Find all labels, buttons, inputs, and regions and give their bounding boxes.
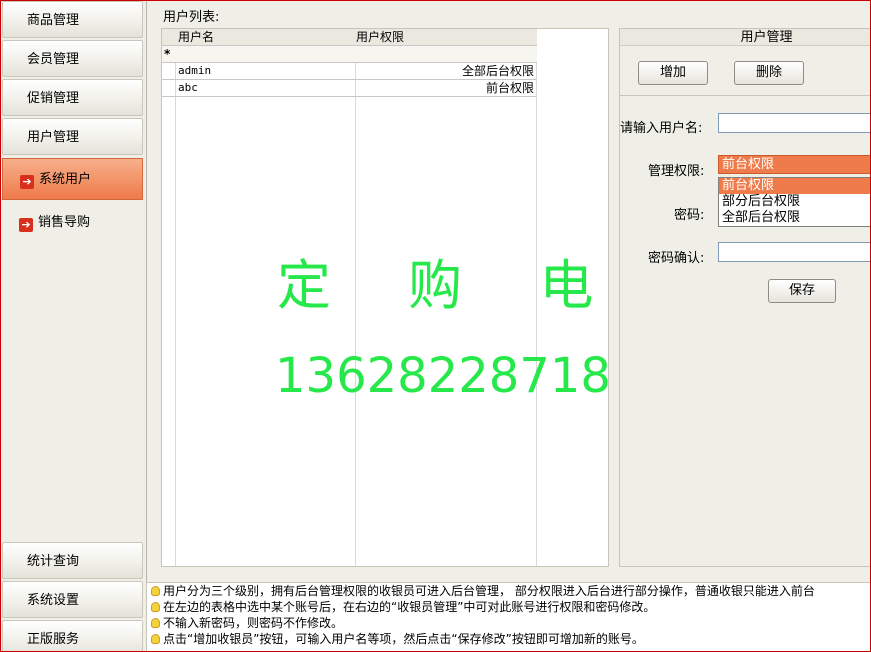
arrow-right-icon: ➔ xyxy=(20,175,34,189)
grid-column-divider xyxy=(175,29,176,566)
user-list-title: 用户列表: xyxy=(163,10,220,25)
arrow-right-icon: ➔ xyxy=(19,218,33,232)
permission-select[interactable]: 前台权限 xyxy=(718,155,870,174)
confirm-password-label: 密码确认: xyxy=(648,251,705,266)
grid-new-row[interactable]: * xyxy=(162,46,537,63)
sidebar: 商品管理 会员管理 促销管理 用户管理 ➔ 系统用户 ➔ 销售导购 统计查询 系统设… xyxy=(1,1,147,651)
column-header-username[interactable]: 用户名 xyxy=(178,29,354,45)
tip-line: 在左边的表格中选中某个账号后，在右边的“收银员管理”中可对此账号进行权限和密码修… xyxy=(147,599,870,615)
username-label: 请输入用户名: xyxy=(620,121,703,136)
lightbulb-icon xyxy=(151,618,160,628)
tip-line: 点击“增加收银员”按钮，可输入用户名等项，然后点击“保存修改”按钮即可增加新的账… xyxy=(147,631,870,647)
nav-sales-guide[interactable]: ➔ 销售导购 xyxy=(2,202,143,244)
nav-goods-management[interactable]: 商品管理 xyxy=(2,1,143,38)
order-phone-number: 13628228718 xyxy=(275,348,611,404)
nav-promotion-management[interactable]: 促销管理 xyxy=(2,79,143,116)
nav-user-management[interactable]: 用户管理 xyxy=(2,118,143,155)
username-input[interactable] xyxy=(718,113,870,133)
confirm-password-input[interactable] xyxy=(718,242,870,262)
nav-system-users[interactable]: ➔ 系统用户 xyxy=(2,158,143,200)
nav-statistics[interactable]: 统计查询 xyxy=(2,542,143,579)
delete-button[interactable]: 删除 xyxy=(734,61,804,85)
app-window: 商品管理 会员管理 促销管理 用户管理 ➔ 系统用户 ➔ 销售导购 统计查询 系统设… xyxy=(0,0,871,652)
permission-option[interactable]: 全部后台权限 xyxy=(719,210,870,226)
nav-system-users-label: 系统用户 xyxy=(39,172,92,187)
lightbulb-icon xyxy=(151,634,160,644)
permission-option[interactable]: 部分后台权限 xyxy=(719,194,870,210)
password-label: 密码: xyxy=(674,208,705,223)
tips-panel: 用户分为三个级别，拥有后台管理权限的收银员可进入后台管理， 部分权限进入后台进行… xyxy=(146,582,870,651)
tip-text: 用户分为三个级别，拥有后台管理权限的收银员可进入后台管理， 部分权限进入后台进行… xyxy=(163,584,815,598)
tip-text: 点击“增加收银员”按钮，可输入用户名等项，然后点击“保存修改”按钮即可增加新的账… xyxy=(163,632,644,646)
user-management-panel: 用户管理 增加 删除 请输入用户名: 管理权限: 前台权限 前台权限 部分后台权… xyxy=(619,28,870,567)
tip-line: 不输入新密码，则密码不作修改。 xyxy=(147,615,870,631)
cell-username: abc xyxy=(178,81,198,94)
lightbulb-icon xyxy=(151,602,160,612)
column-header-permission[interactable]: 用户权限 xyxy=(356,29,534,45)
panel-title: 用户管理 xyxy=(620,29,870,46)
nav-genuine-service[interactable]: 正版服务 xyxy=(2,620,143,651)
lightbulb-icon xyxy=(151,586,160,596)
tip-text: 在左边的表格中选中某个账号后，在右边的“收银员管理”中可对此账号进行权限和密码修… xyxy=(163,600,656,614)
add-button[interactable]: 增加 xyxy=(638,61,708,85)
new-row-marker: * xyxy=(164,47,171,61)
tip-line: 用户分为三个级别，拥有后台管理权限的收银员可进入后台管理， 部分权限进入后台进行… xyxy=(147,583,870,599)
nav-system-settings[interactable]: 系统设置 xyxy=(2,581,143,618)
cell-username: admin xyxy=(178,64,212,77)
permission-option[interactable]: 前台权限 xyxy=(719,178,870,194)
grid-header-row: 用户名 用户权限 xyxy=(162,29,537,46)
permission-dropdown-list: 前台权限 部分后台权限 全部后台权限 xyxy=(718,177,870,227)
save-button[interactable]: 保存 xyxy=(768,279,836,303)
table-row[interactable]: abc 前台权限 xyxy=(162,80,537,97)
permission-label: 管理权限: xyxy=(648,164,705,179)
cell-permission: 全部后台权限 xyxy=(461,64,534,78)
nav-sales-guide-label: 销售导购 xyxy=(38,215,91,230)
tip-text: 不输入新密码，则密码不作修改。 xyxy=(163,616,344,630)
nav-member-management[interactable]: 会员管理 xyxy=(2,40,143,77)
divider xyxy=(620,95,870,96)
cell-permission: 前台权限 xyxy=(485,81,534,95)
table-row[interactable]: admin 全部后台权限 xyxy=(162,63,537,80)
